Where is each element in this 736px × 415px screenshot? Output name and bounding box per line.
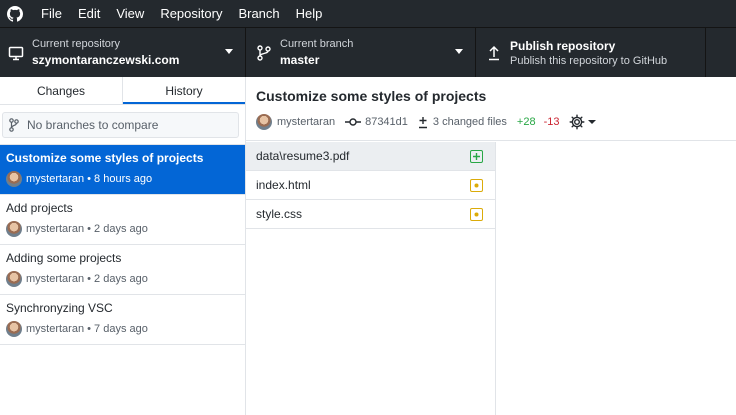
commit-author: mystertaran	[26, 173, 85, 185]
commit-time: 2 days ago	[94, 223, 148, 235]
gear-icon	[569, 114, 585, 130]
branch-icon	[9, 118, 19, 132]
avatar	[6, 321, 22, 337]
file-name: index.html	[256, 178, 311, 192]
commit-title: Adding some projects	[6, 251, 122, 265]
commit-author: mystertaran	[26, 273, 85, 285]
commit-icon	[345, 117, 362, 127]
branch-compare-input[interactable]: No branches to compare	[2, 112, 239, 138]
file-name: data\resume3.pdf	[256, 149, 350, 163]
commit-list-item[interactable]: Add projects mystertaran • 2 days ago	[0, 195, 245, 245]
file-added-icon	[470, 149, 483, 163]
upload-icon	[478, 45, 510, 61]
chevron-down-icon	[455, 49, 463, 54]
commit-sha[interactable]: 87341d1	[365, 116, 408, 128]
menu-view[interactable]: View	[108, 0, 152, 27]
diff-icon	[418, 116, 428, 129]
commit-detail-author: mystertaran	[277, 116, 336, 128]
file-modified-icon	[470, 207, 483, 221]
current-branch-label: Current branch	[280, 38, 354, 50]
desktop-icon	[0, 45, 32, 61]
commit-detail-panel: Customize some styles of projects myster…	[246, 77, 736, 415]
branch-icon	[248, 44, 280, 61]
chevron-down-icon	[225, 49, 233, 54]
tab-changes[interactable]: Changes	[0, 77, 123, 104]
commit-list: Customize some styles of projects myster…	[0, 144, 245, 345]
changed-files-list: data\resume3.pdf index.html style.css	[246, 142, 496, 415]
commit-time: 7 days ago	[94, 323, 148, 335]
avatar	[256, 114, 272, 130]
avatar	[6, 271, 22, 287]
commit-title: Add projects	[6, 201, 73, 215]
file-modified-icon	[470, 178, 483, 192]
commit-title: Synchronyzing VSC	[6, 301, 113, 315]
commit-title: Customize some styles of projects	[6, 151, 204, 165]
sidebar-tabs: Changes History	[0, 77, 245, 105]
current-repository-button[interactable]: Current repository szymontaranczewski.co…	[0, 28, 246, 77]
avatar	[6, 221, 22, 237]
diff-view	[496, 142, 736, 415]
publish-repository-button[interactable]: Publish repository Publish this reposito…	[476, 28, 706, 77]
file-name: style.css	[256, 207, 303, 221]
menu-branch[interactable]: Branch	[230, 0, 287, 27]
current-repository-label: Current repository	[32, 38, 121, 50]
commit-author: mystertaran	[26, 223, 85, 235]
menu-file[interactable]: File	[33, 0, 70, 27]
menu-repository[interactable]: Repository	[152, 0, 230, 27]
commit-time: 8 hours ago	[94, 173, 153, 185]
current-repository-value: szymontaranczewski.com	[32, 53, 180, 67]
tab-history[interactable]: History	[123, 77, 245, 104]
changed-files-count: 3 changed files	[432, 116, 507, 128]
menu-edit[interactable]: Edit	[70, 0, 108, 27]
branch-compare-placeholder: No branches to compare	[27, 118, 159, 132]
sidebar: Changes History No branches to compare C…	[0, 77, 246, 415]
github-logo-icon	[1, 0, 29, 27]
publish-repository-title: Publish repository	[510, 38, 616, 53]
diff-options-button[interactable]	[569, 114, 597, 130]
current-branch-button[interactable]: Current branch master	[246, 28, 476, 77]
commit-time: 2 days ago	[94, 273, 148, 285]
commit-summary: Customize some styles of projects myster…	[246, 77, 736, 141]
current-branch-value: master	[280, 53, 320, 67]
toolbar: Current repository szymontaranczewski.co…	[0, 27, 736, 77]
publish-repository-subtitle: Publish this repository to GitHub	[510, 54, 668, 67]
commit-list-item[interactable]: Adding some projects mystertaran • 2 day…	[0, 245, 245, 295]
deletions-count: -13	[543, 116, 560, 128]
additions-count: +28	[516, 116, 536, 128]
commit-list-item[interactable]: Synchronyzing VSC mystertaran • 7 days a…	[0, 295, 245, 345]
avatar	[6, 171, 22, 187]
file-list-item[interactable]: data\resume3.pdf	[246, 142, 495, 171]
commit-list-item[interactable]: Customize some styles of projects myster…	[0, 145, 245, 195]
file-list-item[interactable]: style.css	[246, 200, 495, 229]
commit-detail-title: Customize some styles of projects	[256, 88, 487, 104]
commit-author: mystertaran	[26, 323, 85, 335]
menu-help[interactable]: Help	[288, 0, 331, 27]
file-list-item[interactable]: index.html	[246, 171, 495, 200]
chevron-down-icon	[588, 120, 597, 124]
menu-bar: File Edit View Repository Branch Help	[0, 0, 736, 27]
